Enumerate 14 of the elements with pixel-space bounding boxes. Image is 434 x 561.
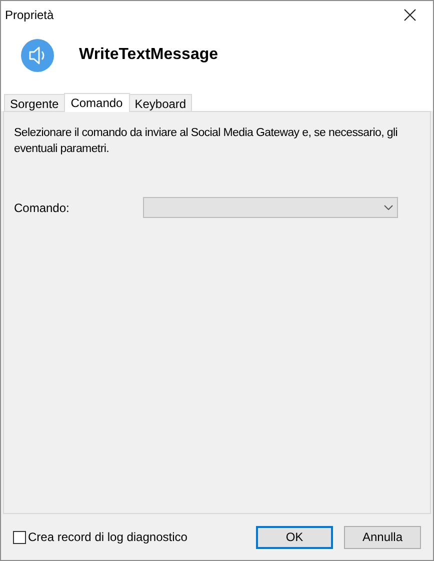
dialog-button[interactable]: OK: [256, 526, 333, 548]
tab[interactable]: Sorgente: [4, 94, 65, 111]
header-title: WriteTextMessage: [79, 45, 218, 65]
close-icon: [404, 9, 416, 21]
checkbox-label: Crea record di log diagnostico: [28, 529, 188, 546]
tab[interactable]: Keyboard: [128, 94, 192, 111]
window-title: Proprietà: [5, 7, 54, 24]
checkbox[interactable]: [13, 530, 26, 544]
tab[interactable]: Comando: [64, 93, 130, 112]
command-label: Comando:: [14, 200, 70, 216]
chevron-icon: [384, 205, 393, 210]
speaker-icon: [21, 38, 54, 72]
description-text: Selezionare il comando da inviare al Social Media Gateway e, se necessario, gli eventuali parametri.: [14, 126, 398, 157]
dialog-button[interactable]: Annulla: [344, 526, 421, 548]
